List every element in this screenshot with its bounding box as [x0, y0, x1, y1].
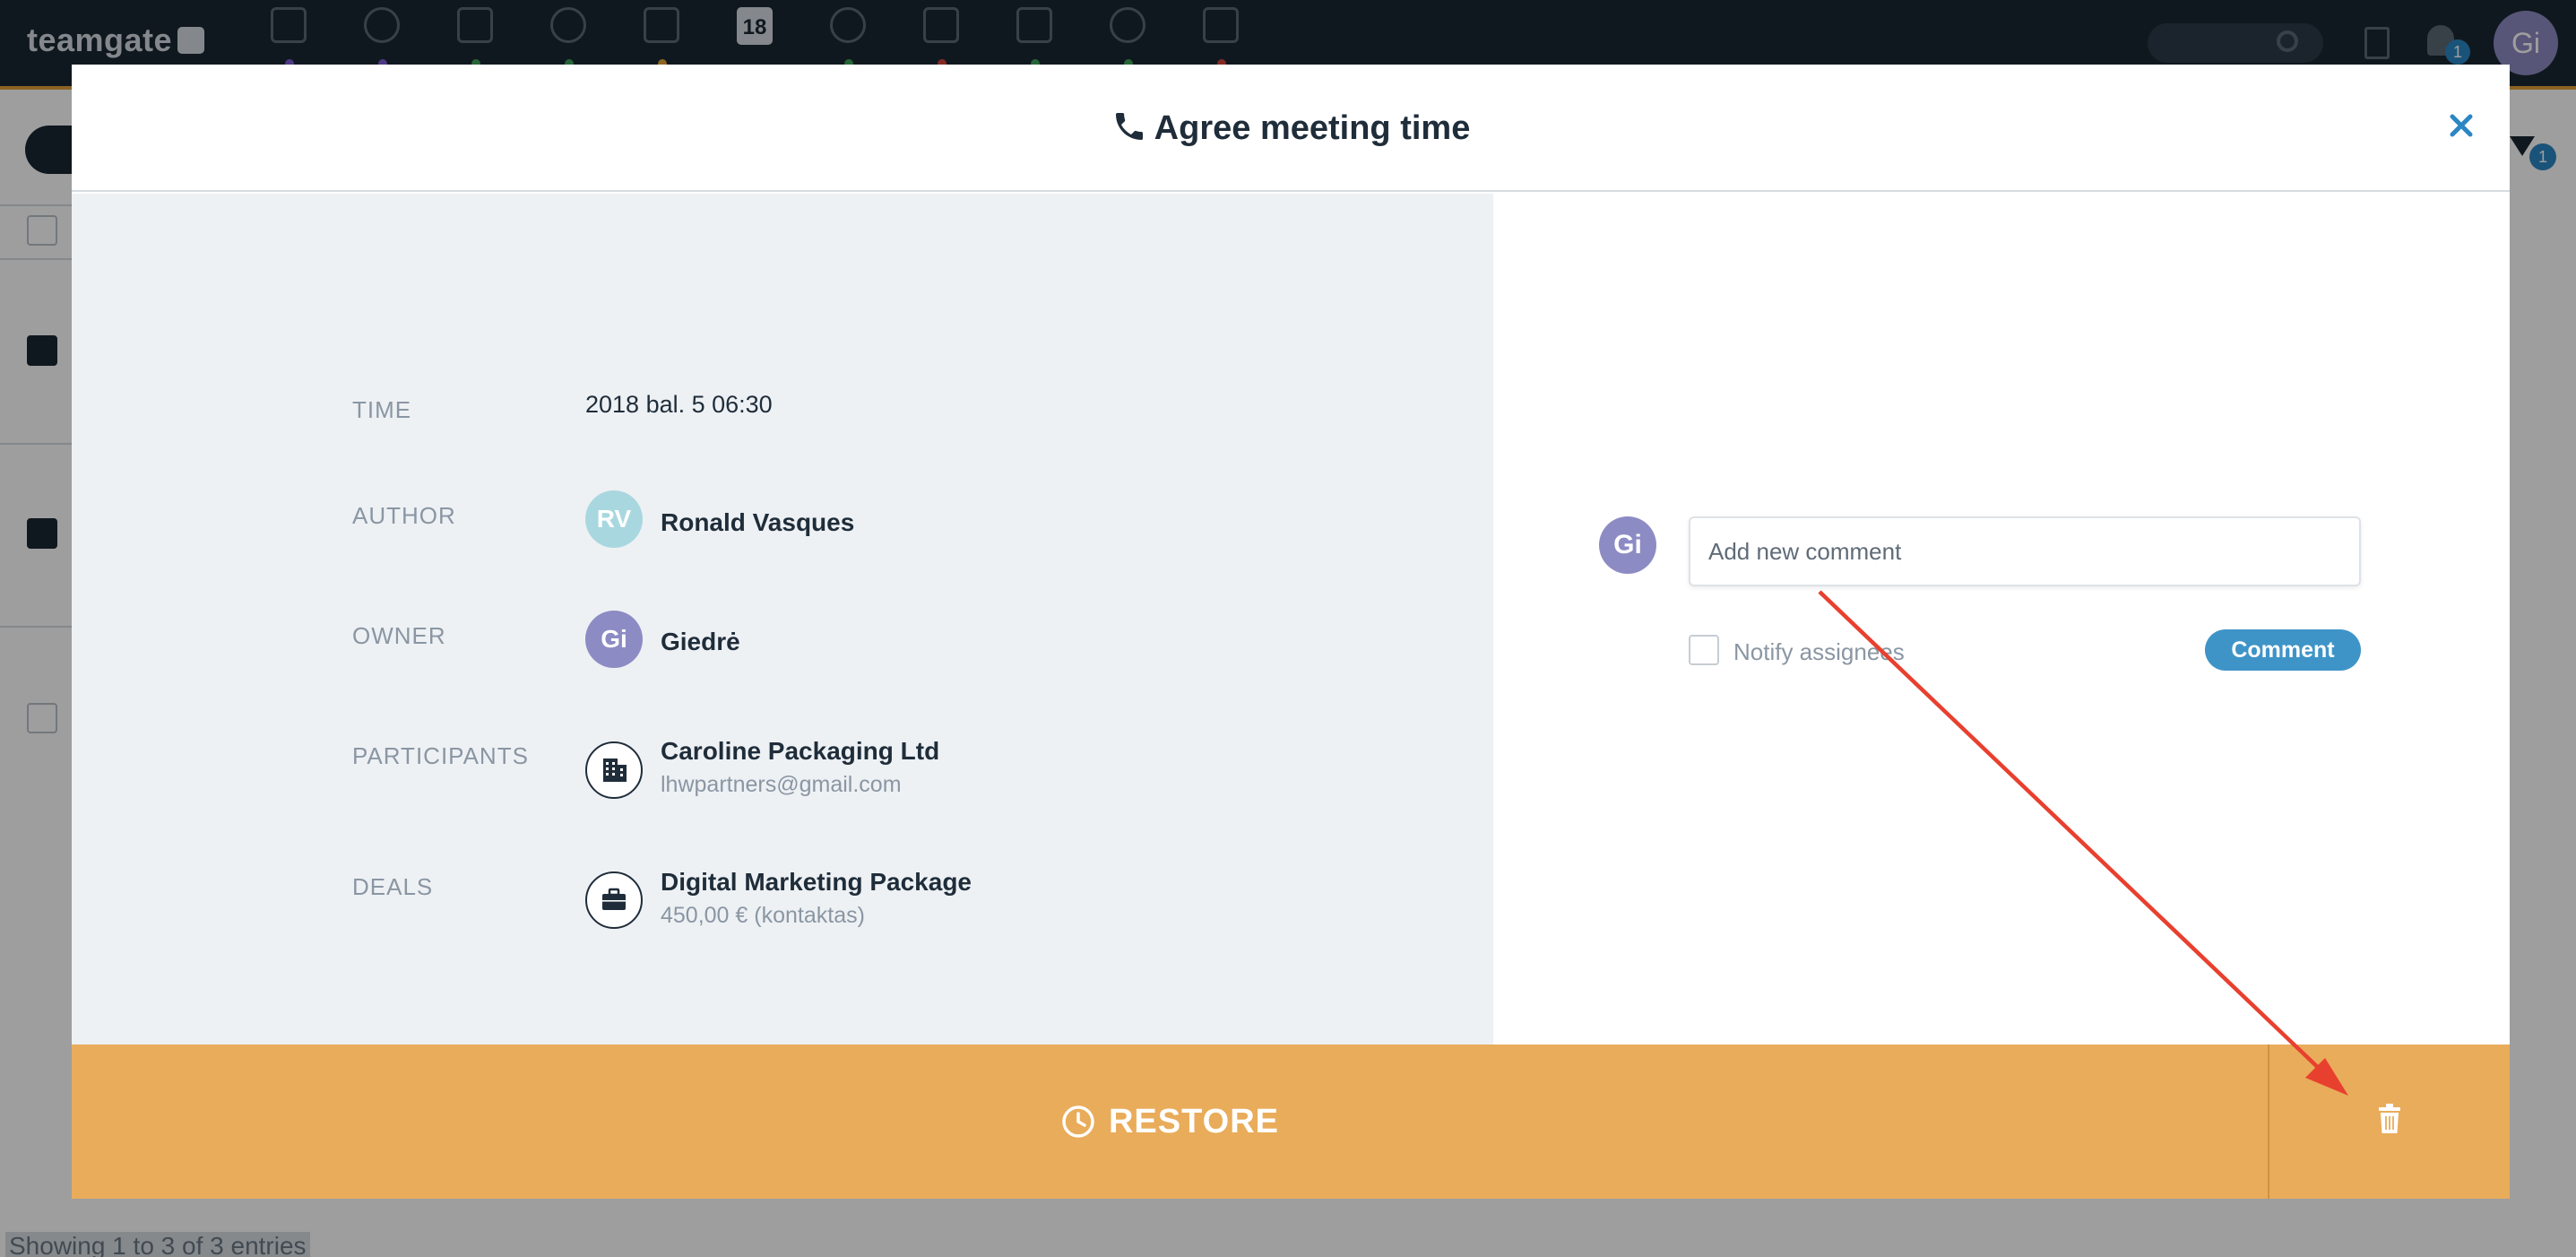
modal-footer: RESTORE: [72, 1045, 2510, 1199]
phone-icon: [1115, 113, 1143, 140]
details-panel: TIME 2018 bal. 5 06:30 AUTHOR RV Ronald …: [72, 194, 1493, 1045]
modal-header: Agree meeting time: [72, 65, 2510, 192]
author-name[interactable]: Ronald Vasques: [661, 508, 854, 537]
participants-label: PARTICIPANTS: [352, 742, 529, 769]
participant-name[interactable]: Caroline Packaging Ltd: [661, 737, 939, 766]
restore-button[interactable]: RESTORE: [72, 1045, 2268, 1199]
notify-assignees-label[interactable]: Notify assignees: [1733, 638, 1905, 666]
trash-icon: [2379, 1104, 2400, 1133]
activity-modal: Agree meeting time TIME 2018 bal. 5 06:3…: [72, 65, 2510, 1199]
delete-button[interactable]: [2269, 1045, 2510, 1199]
participant-email[interactable]: lhwpartners@gmail.com: [661, 772, 902, 798]
owner-label: OWNER: [352, 622, 446, 649]
modal-title: Agree meeting time: [72, 65, 2510, 192]
author-avatar[interactable]: RV: [585, 490, 643, 548]
clock-icon: [1062, 1105, 1094, 1138]
close-icon[interactable]: [2443, 108, 2479, 143]
commenter-avatar: Gi: [1599, 516, 1656, 574]
owner-name[interactable]: Giedrė: [661, 628, 740, 656]
company-icon: [585, 741, 643, 799]
deal-value: 450,00 € (kontaktas): [661, 903, 865, 928]
comment-button[interactable]: Comment: [2205, 629, 2361, 671]
deals-label: DEALS: [352, 873, 434, 900]
owner-avatar[interactable]: Gi: [585, 611, 643, 668]
notify-assignees-checkbox[interactable]: [1689, 635, 1719, 665]
comments-panel: [1493, 194, 2510, 1045]
time-value: 2018 bal. 5 06:30: [585, 391, 773, 418]
briefcase-icon: [585, 871, 643, 929]
time-label: TIME: [352, 396, 412, 423]
deal-name[interactable]: Digital Marketing Package: [661, 868, 972, 897]
comment-input[interactable]: [1689, 516, 2361, 586]
author-label: AUTHOR: [352, 502, 456, 529]
